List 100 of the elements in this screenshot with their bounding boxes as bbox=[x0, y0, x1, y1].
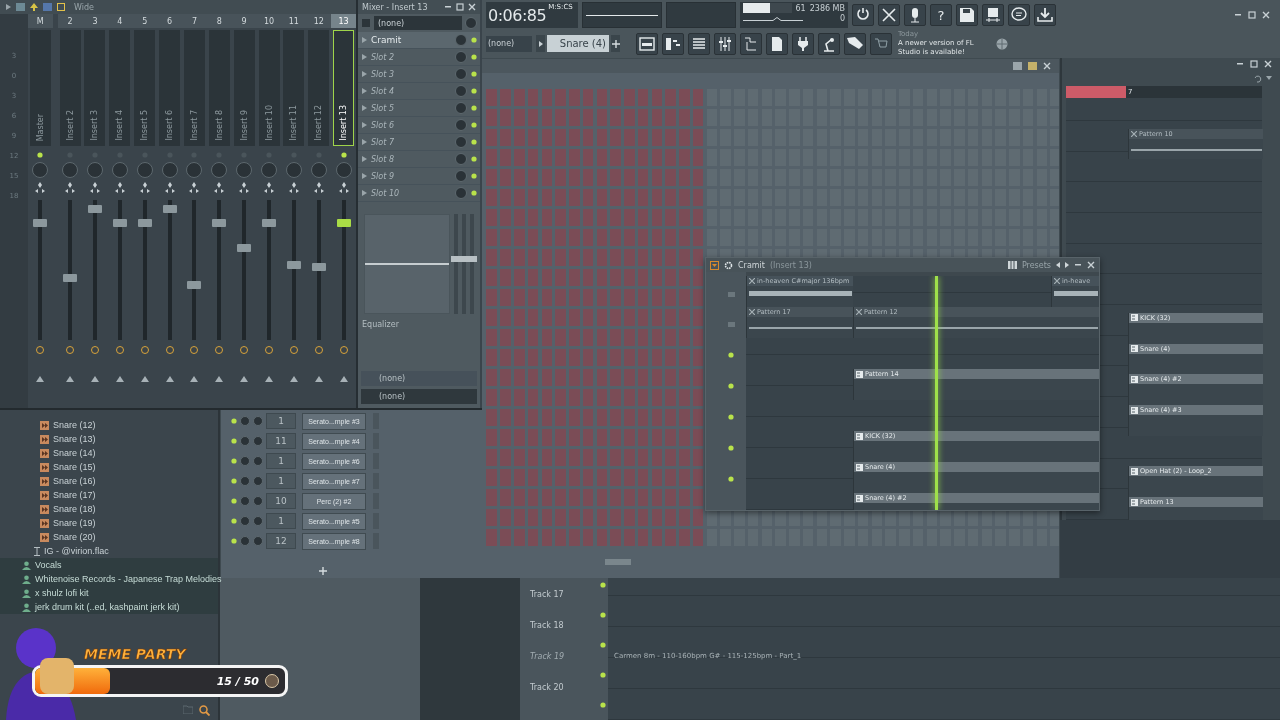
square-icon[interactable] bbox=[57, 3, 65, 11]
route-arrow-icon[interactable] bbox=[36, 376, 45, 382]
pan-knob[interactable] bbox=[32, 162, 49, 178]
fader-handle[interactable] bbox=[237, 243, 252, 252]
pan-knob[interactable] bbox=[62, 162, 79, 178]
mix-knob[interactable] bbox=[455, 34, 467, 46]
mixer-track-number[interactable]: 11 bbox=[266, 433, 296, 449]
triangle-icon[interactable] bbox=[362, 37, 367, 43]
settings-icon[interactable] bbox=[724, 260, 733, 270]
browser-item[interactable]: Snare (12) bbox=[0, 418, 218, 432]
browser-item[interactable]: x shulz lofi kit bbox=[0, 586, 218, 600]
send-knob-icon[interactable] bbox=[165, 346, 174, 354]
effect-slot[interactable]: Slot 4 bbox=[358, 83, 480, 100]
send-knob-icon[interactable] bbox=[215, 346, 224, 354]
minimize-icon[interactable] bbox=[1236, 60, 1244, 68]
track-header[interactable]: Track 20 bbox=[520, 683, 600, 714]
triangle-icon[interactable] bbox=[362, 173, 367, 179]
strip-number[interactable]: 4 bbox=[107, 14, 133, 28]
minimize-icon[interactable] bbox=[444, 3, 452, 11]
send-knob-icon[interactable] bbox=[314, 346, 323, 354]
toolbar-button[interactable] bbox=[636, 32, 658, 55]
pan-knob[interactable] bbox=[310, 162, 327, 178]
toolbar-button[interactable] bbox=[662, 32, 684, 55]
triangle-icon[interactable] bbox=[362, 156, 367, 162]
mixer-track-number[interactable]: 12 bbox=[266, 533, 296, 549]
send-knob-icon[interactable] bbox=[339, 346, 348, 354]
track-header[interactable]: Track 19 bbox=[520, 652, 600, 683]
effect-slot[interactable]: Slot 5 bbox=[358, 100, 480, 117]
toolbar-button[interactable] bbox=[1008, 4, 1030, 26]
send-knob-icon[interactable] bbox=[289, 346, 298, 354]
track-header[interactable]: Track 17 bbox=[520, 590, 600, 621]
maximize-icon[interactable] bbox=[1250, 60, 1258, 68]
send-knob-icon[interactable] bbox=[91, 346, 99, 354]
route-arrow-icon[interactable] bbox=[240, 376, 249, 382]
browser-item[interactable]: Snare (20) bbox=[0, 530, 218, 544]
toolbar-button[interactable] bbox=[956, 4, 978, 26]
toolbar-button[interactable] bbox=[1034, 4, 1056, 26]
fader-handle[interactable] bbox=[33, 218, 48, 227]
fader-handle[interactable] bbox=[187, 280, 202, 289]
pan-knob[interactable] bbox=[136, 162, 153, 178]
minimize-icon[interactable] bbox=[1234, 11, 1242, 19]
send-knob-icon[interactable] bbox=[36, 346, 45, 354]
pan-knob[interactable] bbox=[261, 162, 277, 178]
route-arrow-icon[interactable] bbox=[115, 376, 124, 382]
mix-knob[interactable] bbox=[455, 102, 467, 114]
browser-item[interactable]: Vocals bbox=[0, 558, 218, 572]
strip-number[interactable]: 3 bbox=[82, 14, 108, 28]
dropdown-icon[interactable] bbox=[1266, 76, 1272, 80]
strip-number[interactable]: 13 bbox=[331, 14, 356, 28]
strip-number[interactable]: 8 bbox=[206, 14, 232, 28]
strip-number[interactable]: 5 bbox=[132, 14, 158, 28]
triangle-icon[interactable] bbox=[362, 122, 367, 128]
pan-knob[interactable] bbox=[87, 162, 103, 178]
pan-knob[interactable] bbox=[111, 162, 128, 178]
fader-handle[interactable] bbox=[137, 218, 152, 227]
browser-item[interactable]: IG - @virion.flac bbox=[0, 544, 218, 558]
mixer-track-number[interactable]: 10 bbox=[266, 493, 296, 509]
triangle-icon[interactable] bbox=[362, 71, 367, 77]
track-header[interactable]: Track 18 bbox=[520, 621, 600, 652]
strip-number[interactable]: 6 bbox=[157, 14, 182, 28]
arrow-up-icon[interactable] bbox=[30, 3, 38, 11]
mixer-track-number[interactable]: 1 bbox=[266, 453, 296, 469]
mix-knob[interactable] bbox=[455, 136, 467, 148]
route-arrow-icon[interactable] bbox=[165, 376, 174, 382]
effect-slot[interactable]: Slot 9 bbox=[358, 168, 480, 185]
effect-slot[interactable]: Cramit bbox=[358, 32, 480, 49]
browser-item[interactable]: Snare (14) bbox=[0, 446, 218, 460]
fader-handle[interactable] bbox=[88, 205, 102, 214]
mix-knob[interactable] bbox=[455, 68, 467, 80]
mixer-track-number[interactable]: 1 bbox=[266, 513, 296, 529]
browser-item[interactable]: Snare (17) bbox=[0, 488, 218, 502]
mix-knob[interactable] bbox=[455, 170, 467, 182]
strip-number[interactable]: 2 bbox=[57, 14, 83, 28]
close-icon[interactable] bbox=[1262, 11, 1270, 19]
strip-number[interactable]: M bbox=[27, 14, 53, 28]
mix-knob[interactable] bbox=[455, 119, 467, 131]
route-arrow-icon[interactable] bbox=[339, 376, 348, 382]
pan-knob[interactable] bbox=[161, 162, 178, 178]
undo-icon[interactable] bbox=[1253, 73, 1262, 83]
fader-handle[interactable] bbox=[286, 260, 301, 269]
triangle-icon[interactable] bbox=[362, 105, 367, 111]
route-arrow-icon[interactable] bbox=[289, 376, 298, 382]
settings-knob[interactable] bbox=[465, 17, 477, 29]
send-knob-icon[interactable] bbox=[265, 346, 273, 354]
mixer-track-number[interactable]: 1 bbox=[266, 413, 296, 429]
toolbar-button[interactable] bbox=[982, 4, 1004, 26]
snap-dropdown[interactable]: (none) bbox=[486, 35, 532, 52]
toolbar-button[interactable] bbox=[878, 4, 900, 26]
mix-knob[interactable] bbox=[455, 51, 467, 63]
send-knob-icon[interactable] bbox=[115, 346, 124, 354]
route-arrow-icon[interactable] bbox=[314, 376, 323, 382]
toolbar-button[interactable] bbox=[740, 32, 762, 55]
toolbar-button[interactable] bbox=[792, 32, 814, 55]
toolbar-button[interactable] bbox=[904, 4, 926, 26]
add-pattern-button[interactable] bbox=[611, 35, 620, 52]
fader-handle[interactable] bbox=[112, 218, 127, 227]
browser-item[interactable]: Snare (18) bbox=[0, 502, 218, 516]
route-arrow-icon[interactable] bbox=[91, 376, 99, 382]
minimize-icon[interactable] bbox=[1074, 261, 1082, 269]
fader-handle[interactable] bbox=[63, 273, 78, 282]
